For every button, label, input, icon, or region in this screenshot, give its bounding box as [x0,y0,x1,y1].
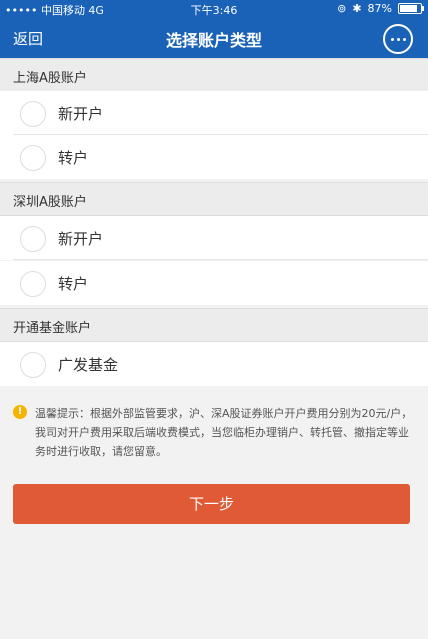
tip-text: 温馨提示：根据外部监管要求，沪、深A股证券账户开户费用分别为20元/户，我司对开… [35,407,413,458]
section-title: 深圳A股账户 [13,195,87,210]
alarm-icon: ✱ [352,2,362,15]
option-label: 新开户 [58,230,104,248]
option-shanghai-transfer[interactable]: 转户 [0,135,428,179]
section-header-shenzhen: 深圳A股账户 [0,182,428,216]
status-bar: ••••• 中国移动 4G 下午3:46 ⊚ ✱ 87% [0,0,428,18]
radio-button[interactable] [20,226,46,252]
divider [13,259,428,260]
section-header-fund: 开通基金账户 [0,308,428,342]
section-title: 上海A股账户 [13,71,87,86]
status-right: ⊚ ✱ 87% [337,2,424,15]
section-title: 开通基金账户 [13,321,92,336]
option-label: 转户 [58,275,89,293]
section-header-shanghai: 上海A股账户 [0,58,428,92]
chat-bubble-icon[interactable] [383,24,413,54]
battery-icon [398,3,424,14]
option-label: 转户 [58,149,89,167]
nav-bar: 返回 选择账户类型 [0,18,428,58]
option-fund-gf[interactable]: 广发基金 [0,342,428,386]
option-label: 新开户 [58,105,104,123]
page-title: 选择账户类型 [165,31,262,50]
option-shenzhen-new[interactable]: 新开户 [0,216,428,260]
radio-button[interactable] [20,352,46,378]
option-label: 广发基金 [58,356,119,374]
radio-button[interactable] [20,145,46,171]
lock-rotation-icon: ⊚ [337,2,347,15]
radio-button[interactable] [20,271,46,297]
info-icon: ! [13,405,27,419]
option-shanghai-new[interactable]: 新开户 [0,91,428,135]
radio-button[interactable] [20,101,46,127]
option-shenzhen-transfer[interactable]: 转户 [0,261,428,305]
warm-tip: ! 温馨提示：根据外部监管要求，沪、深A股证券账户开户费用分别为20元/户，我司… [13,404,413,461]
battery-percent: 87% [367,2,392,15]
next-step-button[interactable]: 下一步 [13,484,410,524]
